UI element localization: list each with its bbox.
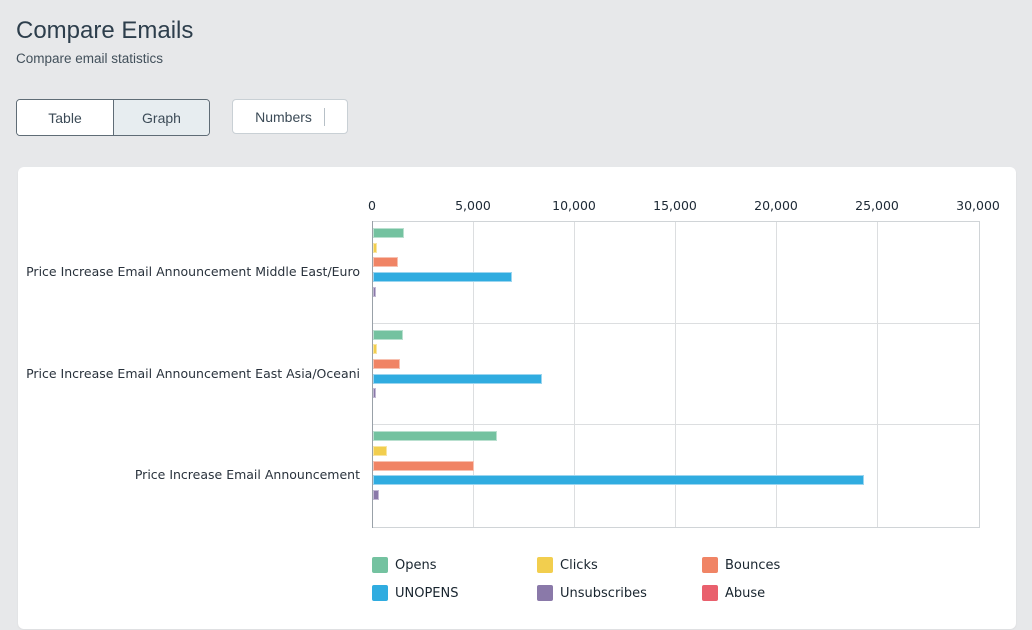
category-label: Price Increase Email Announcement East A…: [18, 365, 360, 383]
bar-clicks[interactable]: [373, 344, 377, 354]
x-tick-label: 15,000: [630, 198, 720, 213]
x-tick-label: 10,000: [529, 198, 619, 213]
legend-label-clicks: Clicks: [560, 558, 598, 573]
x-tick-label: 25,000: [832, 198, 922, 213]
bar-unopens[interactable]: [373, 475, 864, 485]
legend-label-opens: Opens: [395, 558, 437, 573]
legend-item-opens[interactable]: Opens: [372, 557, 437, 573]
bar-bounces[interactable]: [373, 461, 474, 471]
legend-label-bounces: Bounces: [725, 558, 780, 573]
legend-swatch-unopens: [372, 585, 388, 601]
bar-opens[interactable]: [373, 330, 403, 340]
legend-item-unopens[interactable]: UNOPENS: [372, 585, 459, 601]
numbers-button-divider: [324, 108, 325, 126]
legend-label-unopens: UNOPENS: [395, 586, 459, 601]
view-toggle: Table Graph: [16, 99, 210, 136]
bar-bounces[interactable]: [373, 257, 398, 267]
bar-bounces[interactable]: [373, 359, 400, 369]
group-separator: [373, 424, 979, 425]
gridline: [877, 222, 878, 527]
page-subtitle: Compare email statistics: [16, 50, 1016, 67]
legend-item-bounces[interactable]: Bounces: [702, 557, 780, 573]
legend-item-clicks[interactable]: Clicks: [537, 557, 598, 573]
numbers-button-label: Numbers: [255, 109, 312, 125]
bar-unopens[interactable]: [373, 374, 542, 384]
bar-clicks[interactable]: [373, 446, 387, 456]
legend-label-abuse: Abuse: [725, 586, 765, 601]
view-controls: Table Graph Numbers: [16, 99, 1016, 136]
x-tick-label: 30,000: [933, 198, 1023, 213]
bar-unsubscribes[interactable]: [373, 388, 376, 398]
category-label: Price Increase Email Announcement: [18, 466, 360, 484]
legend-item-abuse[interactable]: Abuse: [702, 585, 765, 601]
legend-swatch-unsubscribes: [537, 585, 553, 601]
bar-clicks[interactable]: [373, 243, 377, 253]
legend-swatch-bounces: [702, 557, 718, 573]
table-tab[interactable]: Table: [17, 100, 113, 135]
category-label: Price Increase Email Announcement Middle…: [18, 263, 360, 281]
legend-label-unsubscribes: Unsubscribes: [560, 586, 647, 601]
x-tick-label: 0: [327, 198, 417, 213]
page-title: Compare Emails: [16, 16, 1016, 46]
bar-unsubscribes[interactable]: [373, 490, 379, 500]
legend-swatch-opens: [372, 557, 388, 573]
chart-panel: 05,00010,00015,00020,00025,00030,000Pric…: [18, 167, 1016, 629]
bar-chart: 05,00010,00015,00020,00025,00030,000Pric…: [18, 167, 1016, 629]
page-header: Compare Emails Compare email statistics: [0, 0, 1032, 67]
x-tick-label: 5,000: [428, 198, 518, 213]
x-tick-label: 20,000: [731, 198, 821, 213]
legend-swatch-clicks: [537, 557, 553, 573]
bar-opens[interactable]: [373, 431, 497, 441]
group-separator: [373, 323, 979, 324]
bar-unsubscribes[interactable]: [373, 287, 376, 297]
legend-swatch-abuse: [702, 585, 718, 601]
legend-item-unsubscribes[interactable]: Unsubscribes: [537, 585, 647, 601]
graph-tab[interactable]: Graph: [113, 100, 209, 135]
bar-opens[interactable]: [373, 228, 404, 238]
bar-unopens[interactable]: [373, 272, 512, 282]
numbers-button[interactable]: Numbers: [232, 99, 348, 134]
